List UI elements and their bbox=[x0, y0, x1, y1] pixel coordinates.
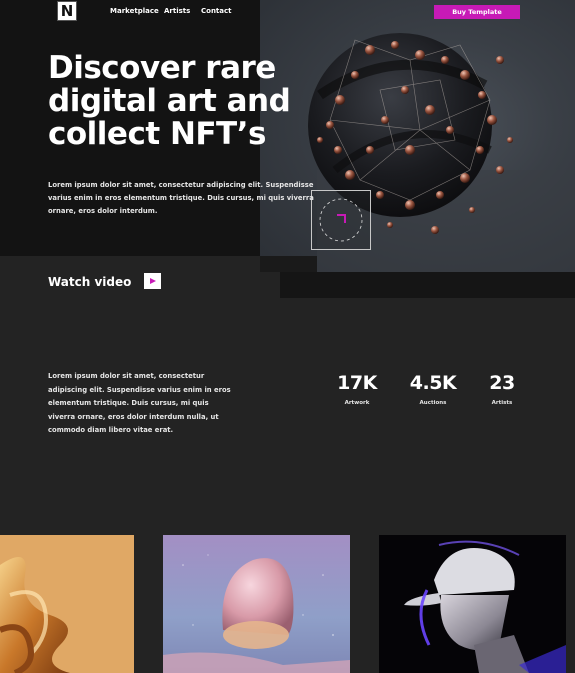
stat-value: 23 bbox=[489, 372, 515, 394]
logo[interactable]: N bbox=[57, 1, 77, 21]
stat-label: Auctions bbox=[419, 400, 447, 406]
hero-art-shadow bbox=[260, 256, 317, 272]
stat-artwork: 17K Artwork bbox=[336, 372, 378, 406]
buy-template-button[interactable]: Buy Template bbox=[434, 5, 520, 19]
about-text: Lorem ipsum dolor sit amet, consectetur … bbox=[48, 372, 231, 434]
stat-artists: 23 Artists bbox=[485, 372, 519, 406]
gallery-artwork-glass[interactable] bbox=[163, 535, 350, 673]
hero-title: Discover rare digital art and collect NF… bbox=[48, 50, 291, 152]
nav-link-marketplace[interactable]: Marketplace bbox=[110, 7, 159, 15]
play-icon bbox=[150, 278, 156, 284]
watch-video-link[interactable]: Watch video bbox=[48, 275, 131, 289]
gallery-artwork-figure[interactable] bbox=[379, 535, 566, 673]
stat-value: 17K bbox=[337, 372, 377, 394]
stat-label: Artwork bbox=[344, 400, 370, 406]
nav-link-contact[interactable]: Contact bbox=[201, 7, 232, 15]
stat-label: Artists bbox=[491, 400, 513, 406]
hero-art-shadow-band bbox=[280, 272, 575, 298]
rotating-badge[interactable] bbox=[311, 190, 371, 250]
gallery-artwork-gold[interactable] bbox=[0, 535, 134, 673]
nav-link-artists[interactable]: Artists bbox=[164, 7, 190, 15]
stat-value: 4.5K bbox=[409, 372, 457, 394]
stat-auctions: 4.5K Auctions bbox=[405, 372, 461, 406]
play-button[interactable] bbox=[144, 273, 161, 289]
hero-intro-text: Lorem ipsum dolor sit amet, consectetur … bbox=[48, 181, 314, 215]
